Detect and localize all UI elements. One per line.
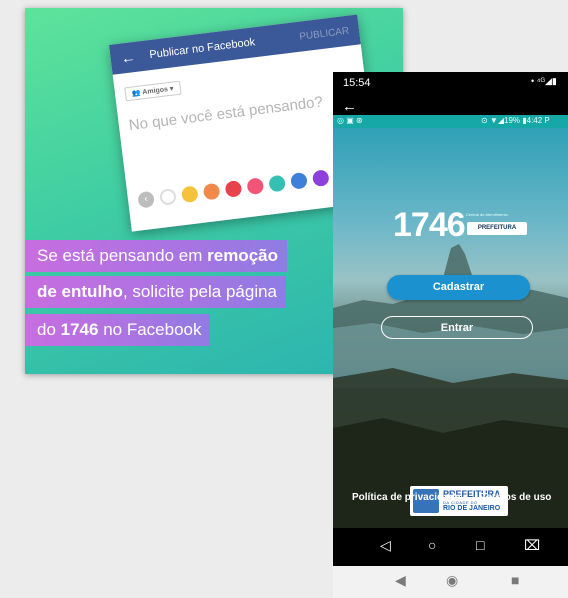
logo-badge: PREFEITURA [467, 222, 527, 235]
terms-of-use-link[interactable]: Termos de uso [481, 492, 551, 503]
signal-battery-icons: • ⁴ᴳ◢▮ [531, 76, 557, 86]
caption-text: Se está pensando em [37, 246, 208, 265]
color-swatch [246, 177, 265, 196]
logo-tagline: Central de Atendimento [466, 212, 508, 217]
android-nav-bar: ◁ ○ □ ⌧ [333, 528, 568, 566]
collapse-colors-icon: ‹ [137, 190, 156, 209]
screen-rotate-icon[interactable]: ⌧ [524, 537, 540, 554]
color-swatch-none [159, 188, 177, 206]
status-time: 15:54 [343, 77, 371, 89]
phone-screenshot: 15:54 • ⁴ᴳ◢▮ ← ◎ ▣ ⊛ ⊙ ▼◢19% ▮4:42 P 174… [333, 72, 568, 598]
emulator-recents-icon[interactable]: ■ [511, 572, 519, 588]
register-button[interactable]: Cadastrar [387, 275, 530, 300]
fb-title: Publicar no Facebook [148, 36, 256, 62]
privacy-policy-link[interactable]: Política de privacidade [352, 492, 460, 503]
back-arrow-icon[interactable]: ← [342, 99, 357, 114]
status-bar: 15:54 • ⁴ᴳ◢▮ [333, 72, 568, 94]
caption-text: , solicite pela página [122, 282, 277, 301]
fb-publish-label: PUBLICAR [298, 25, 350, 43]
color-swatch [311, 169, 330, 188]
caption-line-2: de entulho, solicite pela página [25, 276, 286, 308]
pref-city: RIO DE JANEIRO [443, 505, 501, 512]
notification-icons: ◎ ▣ ⊛ [337, 116, 363, 125]
emulator-nav-bar: ◀ ◉ ■ [333, 566, 568, 598]
color-swatch [224, 179, 243, 198]
app-logo-1746: 1746 Central de Atendimento PREFEITURA [393, 206, 528, 244]
emulator-back-icon[interactable]: ◀ [395, 572, 406, 589]
caption-line-1: Se está pensando em remoção [25, 240, 287, 272]
audience-selector: 👥 Amigos ▾ [124, 80, 182, 102]
caption-highlight: de entulho [37, 282, 123, 301]
home-icon[interactable]: ○ [428, 537, 436, 553]
caption-line-3: do 1746 no Facebook [25, 314, 211, 346]
color-swatch [202, 182, 221, 201]
emulator-home-icon[interactable]: ◉ [446, 572, 458, 589]
recents-icon[interactable]: □ [476, 537, 484, 553]
login-button[interactable]: Entrar [381, 316, 533, 339]
caption-text: do [37, 320, 61, 339]
logo-number: 1746 [393, 206, 466, 244]
inner-status-bar: ◎ ▣ ⊛ ⊙ ▼◢19% ▮4:42 P [333, 115, 568, 128]
caption-highlight: remoção [207, 246, 278, 265]
caption-text: no Facebook [98, 320, 202, 339]
fb-header: ← Publicar no Facebook PUBLICAR [109, 14, 361, 75]
color-swatch [268, 174, 287, 193]
background-color-picker: ‹ [137, 166, 352, 209]
color-swatch [290, 171, 308, 190]
caption-highlight: 1746 [60, 320, 99, 339]
rio-background-photo: 1746 Central de Atendimento PREFEITURA C… [333, 128, 568, 528]
color-swatch [180, 185, 199, 204]
back-icon[interactable]: ◁ [380, 537, 391, 554]
inner-status-right: ⊙ ▼◢19% ▮4:42 P [481, 116, 550, 125]
back-arrow-icon: ← [119, 48, 137, 68]
